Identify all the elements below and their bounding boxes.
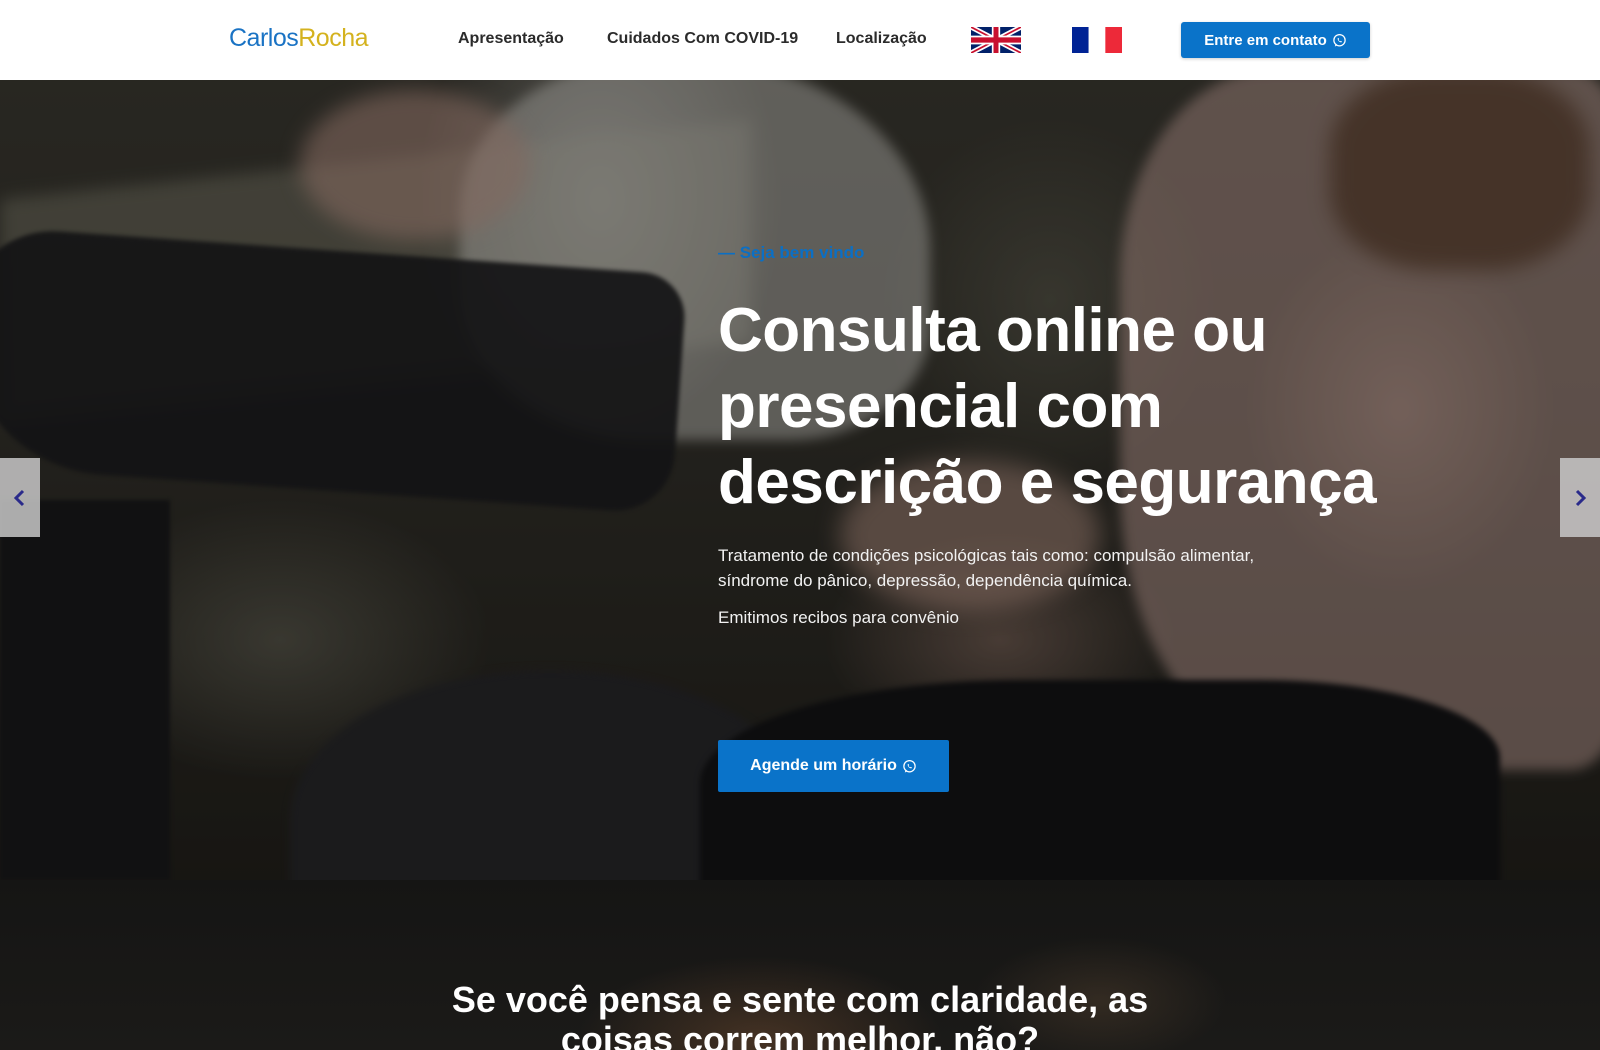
- site-header: CarlosRocha Apresentação Cuidados Com CO…: [0, 0, 1600, 80]
- hero-banner: — Seja bem vindo Consulta online ou pres…: [0, 80, 1600, 880]
- logo-first-name: Carlos: [229, 24, 299, 52]
- whatsapp-icon: [1332, 33, 1347, 48]
- uk-flag-icon[interactable]: [971, 27, 1021, 53]
- contact-button[interactable]: Entre em contato: [1181, 22, 1370, 58]
- logo[interactable]: CarlosRocha: [229, 24, 369, 53]
- nav-localizacao[interactable]: Localização: [836, 30, 927, 48]
- carousel-next-button[interactable]: [1560, 458, 1600, 537]
- schedule-button-label: Agende um horário: [750, 757, 897, 774]
- chevron-right-icon: [1575, 489, 1587, 506]
- hero-content: — Seja bem vindo Consulta online ou pres…: [718, 243, 1398, 792]
- schedule-button[interactable]: Agende um horário: [718, 740, 949, 792]
- contact-button-label: Entre em contato: [1204, 31, 1327, 49]
- hero-note: Emitimos recibos para convênio: [718, 608, 959, 627]
- nav-cuidados-covid[interactable]: Cuidados Com COVID-19: [607, 30, 798, 48]
- whatsapp-icon: [902, 759, 917, 774]
- nav-apresentacao[interactable]: Apresentação: [458, 30, 564, 48]
- logo-last-name: Rocha: [298, 24, 369, 52]
- quote-section: Se você pensa e sente com claridade, as …: [0, 880, 1600, 1050]
- france-flag-icon[interactable]: [1072, 27, 1122, 53]
- section-title: Se você pensa e sente com claridade, as …: [0, 980, 1600, 1050]
- chevron-left-icon: [13, 489, 25, 506]
- carousel-prev-button[interactable]: [0, 458, 40, 537]
- hero-tagline: — Seja bem vindo: [718, 243, 865, 262]
- section-title-line-1: Se você pensa e sente com claridade, as: [451, 979, 1149, 1020]
- hero-description: Tratamento de condições psicológicas tai…: [718, 546, 1255, 590]
- section-title-line-2: coisas correm melhor, não?: [560, 1019, 1040, 1050]
- hero-headline: Consulta online ou presencial com descri…: [718, 296, 1377, 517]
